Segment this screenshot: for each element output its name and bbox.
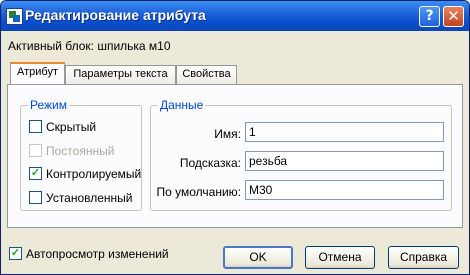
help-button[interactable]: Справка (388, 246, 459, 269)
preset-label: Установленный (46, 191, 133, 205)
title-bar: Редактирование атрибута ? ✕ (1, 1, 469, 31)
app-icon (6, 8, 23, 25)
tab-properties[interactable]: Свойства (176, 65, 237, 84)
name-label: Имя: (214, 127, 241, 141)
tab-attribute[interactable]: Атрибут (10, 62, 65, 84)
window-title: Редактирование атрибута (25, 7, 206, 23)
close-icon[interactable]: ✕ (443, 6, 464, 27)
tab-text-options[interactable]: Параметры текста (65, 65, 176, 84)
attribute-edit-dialog: Редактирование атрибута ? ✕ Активный бло… (0, 0, 470, 275)
constant-label: Постоянный (46, 144, 115, 158)
constant-checkbox: Постоянный (29, 143, 114, 159)
checkmark-icon[interactable]: ✓ (9, 247, 22, 261)
prompt-field[interactable]: резьба (245, 151, 444, 171)
name-field[interactable]: 1 (245, 122, 444, 142)
tab-panel-attribute: Режим Скрытый Постоянный ✓ Контролируемый… (7, 84, 463, 228)
default-field[interactable]: М30 (245, 180, 444, 200)
auto-preview-checkbox[interactable]: ✓ Автопросмотр изменений (9, 246, 169, 262)
checkbox-box[interactable] (29, 191, 42, 205)
data-group: Данные Имя: 1 Подсказка: резьба По умолч… (150, 98, 452, 211)
prompt-label: Подсказка: (179, 156, 241, 170)
ok-button[interactable]: OK (223, 246, 293, 269)
verify-label: Контролируемый (46, 167, 142, 181)
help-icon[interactable]: ? (419, 6, 440, 27)
hidden-checkbox[interactable]: Скрытый (29, 119, 96, 135)
active-block-label: Активный блок: шпилька м10 (8, 39, 171, 53)
cancel-button[interactable]: Отмена (305, 246, 375, 269)
mode-group: Режим Скрытый Постоянный ✓ Контролируемый… (20, 98, 142, 211)
checkbox-box (29, 144, 42, 158)
verify-checkbox[interactable]: ✓ Контролируемый (29, 166, 141, 182)
data-legend: Данные (158, 98, 206, 112)
checkbox-box[interactable] (29, 120, 42, 134)
checkmark-icon[interactable]: ✓ (29, 167, 42, 181)
default-label: По умолчанию: (156, 185, 242, 199)
auto-preview-label: Автопросмотр изменений (26, 247, 169, 261)
preset-checkbox[interactable]: Установленный (29, 190, 133, 206)
hidden-label: Скрытый (46, 120, 97, 134)
mode-legend: Режим (28, 98, 69, 112)
